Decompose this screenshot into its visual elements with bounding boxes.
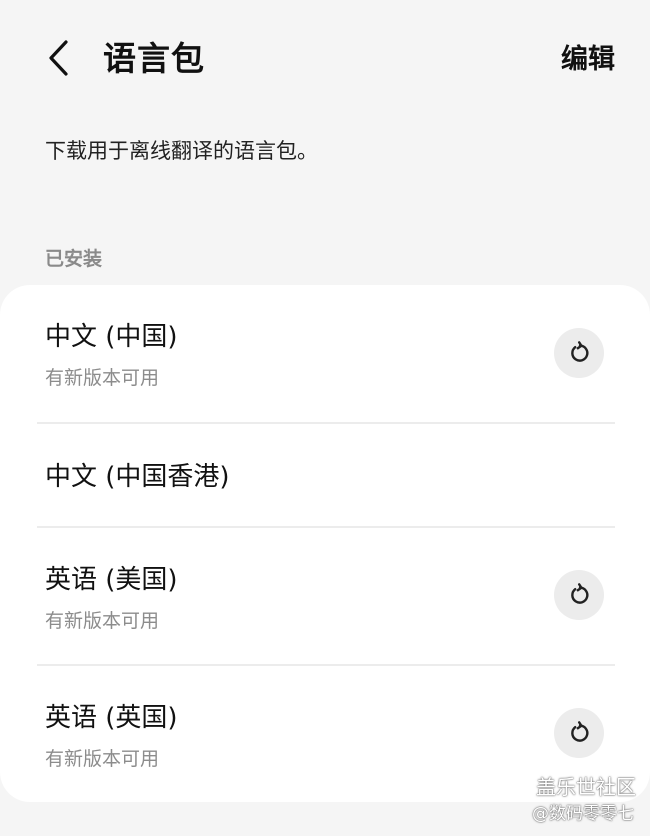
watermark-community: 盖乐世社区 [536, 775, 636, 799]
installed-packs-card: 中文 (中国) 有新版本可用 中文 (中国香港) 英语 (美国) 有新版本可用 … [0, 285, 650, 802]
refresh-icon [571, 583, 589, 604]
list-item[interactable]: 中文 (中国香港) [0, 424, 650, 526]
list-item[interactable]: 中文 (中国) 有新版本可用 [0, 285, 650, 422]
page-title: 语言包 [103, 39, 205, 78]
refresh-icon [571, 721, 589, 742]
language-name: 中文 (中国) [45, 322, 178, 352]
update-status: 有新版本可用 [45, 610, 160, 632]
app-header: 语言包 编辑 [0, 0, 650, 120]
update-button[interactable] [554, 708, 604, 758]
list-item[interactable]: 英语 (美国) 有新版本可用 [0, 528, 650, 664]
update-status: 有新版本可用 [45, 748, 160, 770]
section-label-installed: 已安装 [45, 248, 103, 270]
watermark-author: @数码零零七 [532, 804, 634, 824]
back-button[interactable] [38, 36, 78, 80]
update-button[interactable] [554, 570, 604, 620]
chevron-left-icon [49, 40, 68, 76]
update-button[interactable] [554, 328, 604, 378]
page-description: 下载用于离线翻译的语言包。 [45, 139, 318, 163]
update-status: 有新版本可用 [45, 367, 160, 389]
language-name: 英语 (美国) [45, 565, 178, 595]
language-name: 中文 (中国香港) [45, 462, 230, 492]
language-name: 英语 (英国) [45, 703, 178, 733]
refresh-icon [571, 341, 589, 362]
edit-button[interactable]: 编辑 [561, 40, 615, 80]
